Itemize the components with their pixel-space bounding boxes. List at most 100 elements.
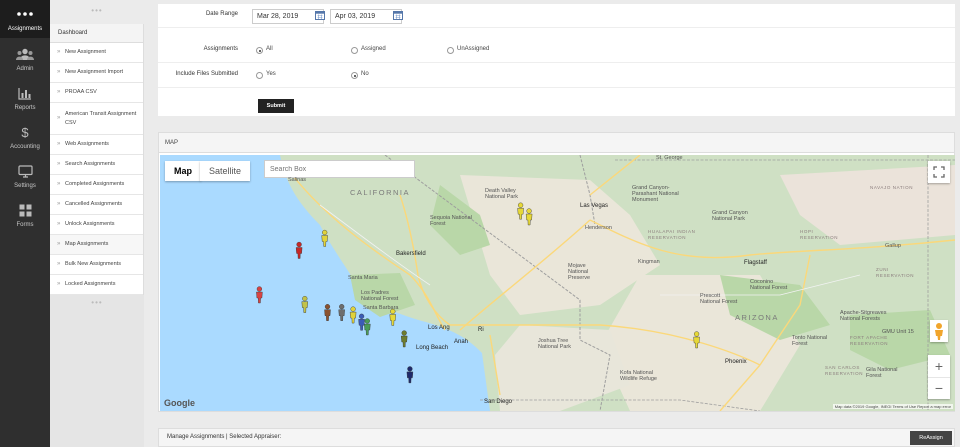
map-type-satellite-button[interactable]: Satellite — [200, 161, 251, 181]
map-label: Flagstaff — [744, 260, 767, 266]
map-label: FORT APACHE RESERVATION — [850, 335, 889, 346]
map-panel: MAP Map Satellite Search Box + − CALIFOR… — [158, 132, 955, 412]
sidebar-item-completed-assignments[interactable]: Completed Assignments — [50, 175, 143, 195]
sidebar-item-map-assignments[interactable]: Map Assignments — [50, 235, 143, 255]
map-label: Mojave National Preserve — [568, 263, 591, 281]
reassign-button[interactable]: ReAssign — [910, 431, 952, 445]
users-icon — [0, 47, 50, 61]
map-label: Sequoia National Forest — [430, 215, 472, 227]
date-from-input[interactable] — [252, 9, 324, 24]
map-label: Salinas — [288, 177, 307, 183]
radio-no[interactable] — [351, 72, 358, 79]
map-label: ARIZONA — [735, 313, 779, 322]
rail-label: Admin — [16, 66, 34, 72]
map-label: Henderson — [585, 225, 612, 231]
sidebar: ••• Dashboard New Assignment New Assignm… — [50, 0, 144, 447]
map-label: Ri — [478, 327, 484, 333]
sidebar-item-unlock-assignments[interactable]: Unlock Assignments — [50, 215, 143, 235]
sidebar-item-american-transit-csv[interactable]: American Transit Assignment CSV — [50, 103, 143, 135]
map-label: Los Padres National Forest — [361, 290, 399, 302]
fullscreen-icon — [933, 166, 945, 178]
map-label: Death Valley National Park — [485, 188, 519, 200]
map-search-input[interactable] — [264, 160, 415, 178]
filter-panel: Date Range Assignments All Assigned UnAs… — [158, 4, 955, 116]
map-label: Phoenix — [725, 359, 747, 365]
sidebar-header[interactable]: Dashboard — [50, 24, 143, 43]
map-label: NAVAJO NATION — [870, 185, 914, 190]
rail-item-settings[interactable]: Settings — [0, 157, 50, 195]
collapse-dots-icon[interactable]: ••• — [50, 6, 144, 15]
rail-label: Reports — [14, 105, 36, 111]
date-to-input[interactable] — [330, 9, 402, 24]
map-label: Anah — [454, 339, 469, 345]
date-range-label: Date Range — [205, 11, 238, 17]
map-canvas[interactable]: Map Satellite + − CALIFORNIA ARIZONA Sal… — [160, 155, 955, 411]
radio-assigned-label: Assigned — [361, 46, 386, 52]
radio-no-label: No — [361, 71, 369, 77]
assignments-row: Assignments All Assigned UnAssigned — [158, 39, 955, 63]
map-label: Gallup — [885, 243, 901, 249]
radio-assigned[interactable] — [351, 47, 358, 54]
map-label: Kofa National Wildlife Refuge — [620, 370, 657, 382]
collapse-dots-icon[interactable]: ••• — [50, 298, 144, 307]
map-panel-title: MAP — [159, 133, 954, 153]
calendar-icon[interactable] — [315, 10, 325, 20]
radio-yes[interactable] — [256, 72, 263, 79]
map-label: Las Vegas — [580, 203, 609, 209]
include-files-label: Include Files Submitted — [175, 71, 238, 77]
monitor-icon — [0, 164, 50, 178]
sidebar-item-cancelled-assignments[interactable]: Cancelled Assignments — [50, 195, 143, 215]
sidebar-item-locked-assignments[interactable]: Locked Assignments — [50, 275, 143, 295]
map-label: Santa Maria — [348, 275, 378, 281]
map-label: Apache-Sitgreaves National Forests — [840, 310, 887, 322]
map-label: Bakersfield — [396, 251, 426, 257]
sidebar-item-web-assignments[interactable]: Web Assignments — [50, 135, 143, 155]
map-label: HOPI RESERVATION — [800, 229, 839, 240]
assignments-label: Assignments — [203, 46, 238, 52]
map-label: Los Ang — [428, 325, 450, 331]
map-label: ZUNI RESERVATION — [876, 267, 915, 278]
radio-yes-label: Yes — [266, 71, 276, 77]
fullscreen-button[interactable] — [928, 161, 950, 183]
radio-all[interactable] — [256, 47, 263, 54]
include-files-row: Include Files Submitted Yes No — [158, 64, 955, 88]
rail-item-admin[interactable]: Admin — [0, 40, 50, 78]
calendar-icon[interactable] — [393, 10, 403, 20]
map-label: Grand Canyon National Park — [712, 210, 748, 222]
radio-unassigned[interactable] — [447, 47, 454, 54]
zoom-out-button[interactable]: − — [928, 377, 950, 399]
sidebar-item-bulk-new-assignments[interactable]: Bulk New Assignments — [50, 255, 143, 275]
sidebar-top: ••• — [50, 0, 144, 24]
sidebar-item-search-assignments[interactable]: Search Assignments — [50, 155, 143, 175]
manage-assignments-bar: Manage Assignments | Selected Appraiser:… — [158, 428, 955, 447]
map-label: GMU Unit 15 — [882, 329, 914, 335]
submit-button[interactable]: Submit — [258, 99, 294, 113]
sidebar-item-new-assignment[interactable]: New Assignment — [50, 43, 143, 63]
map-label: Gila National Forest — [866, 367, 898, 379]
map-label: St. George — [656, 155, 683, 161]
main-content: Date Range Assignments All Assigned UnAs… — [158, 0, 955, 447]
map-label: San Diego — [484, 399, 513, 405]
rail-item-accounting[interactable]: $ Accounting — [0, 118, 50, 156]
zoom-controls: + − — [928, 355, 950, 399]
rail-item-reports[interactable]: Reports — [0, 79, 50, 117]
zoom-in-button[interactable]: + — [928, 355, 950, 377]
map-label: Santa Barbara — [363, 305, 399, 311]
radio-all-label: All — [266, 46, 273, 52]
sidebar-item-new-assignment-import[interactable]: New Assignment Import — [50, 63, 143, 83]
rail-label: Assignments — [7, 26, 43, 32]
map-label: Kingman — [638, 259, 660, 265]
street-view-pegman[interactable] — [930, 320, 948, 342]
map-label: SAN CARLOS RESERVATION — [825, 365, 864, 376]
sidebar-item-proaa-csv[interactable]: PROAA CSV — [50, 83, 143, 103]
rail-label: Forms — [16, 222, 34, 228]
map-label: Tonto National Forest — [792, 335, 828, 347]
map-label: Grand Canyon-Parashant National Monument — [632, 185, 679, 203]
rail-item-assignments[interactable]: Assignments — [0, 0, 50, 38]
map-type-map-button[interactable]: Map — [165, 161, 201, 181]
rail-item-forms[interactable]: Forms — [0, 196, 50, 234]
sidebar-menu: Dashboard New Assignment New Assignment … — [50, 24, 144, 295]
map-attribution[interactable]: Map data ©2019 Google, INEGI Terms of Us… — [832, 404, 953, 409]
map-label: Long Beach — [416, 345, 449, 351]
rail-label: Accounting — [10, 144, 40, 150]
